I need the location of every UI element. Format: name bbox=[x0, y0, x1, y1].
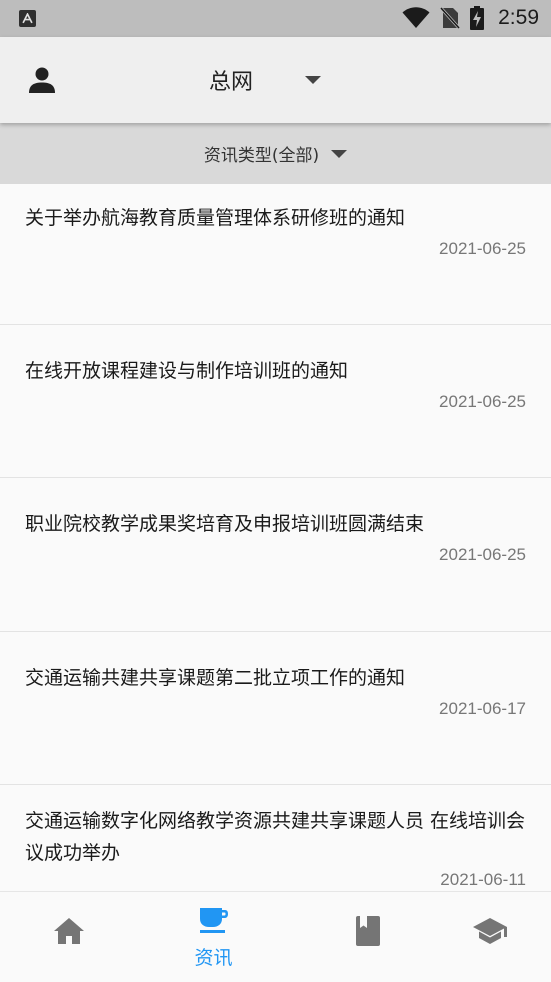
bottom-nav: 资讯 bbox=[0, 891, 551, 981]
news-item[interactable]: 职业院校教学成果奖培育及申报培训班圆满结束 2021-06-25 bbox=[0, 478, 551, 632]
news-title: 关于举办航海教育质量管理体系研修班的通知 bbox=[25, 207, 406, 229]
news-type-filter[interactable]: 资讯类型(全部) bbox=[0, 123, 551, 184]
news-title: 交通运输共建共享课题第二批立项工作的通知 bbox=[25, 667, 406, 689]
status-icons: 2:59 bbox=[402, 5, 539, 31]
news-title: 在线开放课程建设与制作培训班的通知 bbox=[25, 360, 349, 382]
news-item[interactable]: 交通运输数字化网络教学资源共建共享课题人员 在线培训会议成功举办 2021-06… bbox=[0, 785, 551, 891]
nav-news[interactable]: 资讯 bbox=[145, 892, 282, 982]
filter-label: 资讯类型(全部) bbox=[203, 146, 320, 166]
news-date: 2021-06-25 bbox=[439, 239, 526, 258]
news-date: 2021-06-25 bbox=[439, 392, 526, 411]
graduation-cap-icon bbox=[472, 918, 507, 944]
wifi-icon bbox=[402, 7, 430, 28]
nav-courses[interactable] bbox=[299, 892, 436, 982]
nav-home[interactable] bbox=[0, 892, 137, 982]
news-item[interactable]: 交通运输共建共享课题第二批立项工作的通知 2021-06-17 bbox=[0, 632, 551, 785]
status-bar: 2:59 bbox=[0, 0, 551, 37]
news-title: 职业院校教学成果奖培育及申报培训班圆满结束 bbox=[25, 513, 425, 535]
news-title: 交通运输数字化网络教学资源共建共享课题人员 在线培训会议成功举办 bbox=[25, 810, 526, 864]
news-list[interactable]: 关于举办航海教育质量管理体系研修班的通知 2021-06-25 在线开放课程建设… bbox=[0, 184, 551, 891]
person-icon bbox=[29, 67, 55, 93]
caret-down-icon bbox=[331, 149, 348, 158]
caret-down-icon bbox=[305, 76, 322, 84]
book-icon bbox=[355, 916, 380, 946]
news-item[interactable]: 关于举办航海教育质量管理体系研修班的通知 2021-06-25 bbox=[0, 184, 551, 325]
user-profile-button[interactable] bbox=[20, 60, 64, 100]
news-date: 2021-06-25 bbox=[439, 545, 526, 564]
status-time: 2:59 bbox=[498, 6, 539, 29]
no-sim-icon bbox=[440, 6, 461, 30]
nav-learning[interactable] bbox=[421, 892, 551, 982]
home-icon bbox=[53, 918, 84, 944]
news-date: 2021-06-17 bbox=[439, 699, 526, 718]
news-item[interactable]: 在线开放课程建设与制作培训班的通知 2021-06-25 bbox=[0, 325, 551, 478]
app-bar: 总网 bbox=[0, 37, 551, 123]
network-selector[interactable]: 总网 bbox=[190, 57, 350, 103]
network-title: 总网 bbox=[209, 70, 254, 95]
news-date: 2021-06-11 bbox=[440, 870, 526, 889]
nav-news-label: 资讯 bbox=[194, 947, 233, 969]
battery-charging-icon bbox=[470, 6, 485, 30]
coffee-cup-icon bbox=[199, 908, 228, 933]
app-notification-icon bbox=[19, 10, 36, 27]
